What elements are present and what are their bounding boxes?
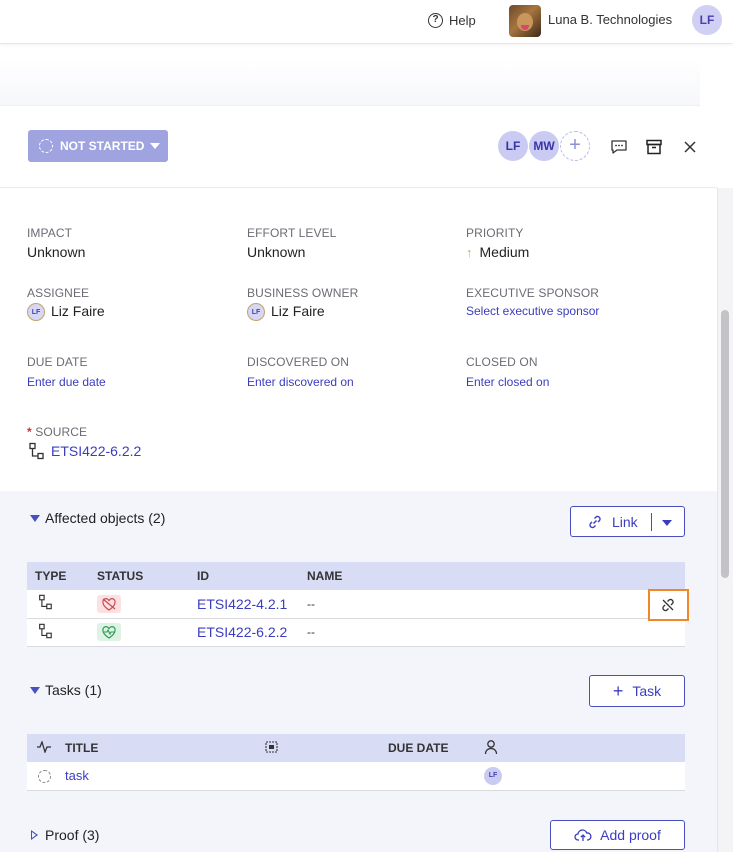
task-title-link[interactable]: task [65,768,89,783]
add-task-label: Task [632,683,662,699]
assignee-label: ASSIGNEE [27,286,90,300]
hierarchy-icon [39,623,52,638]
company-logo[interactable] [509,5,541,37]
link-icon [589,515,601,528]
exec-sponsor-label: EXECUTIVE SPONSOR [466,286,600,300]
due-date-label: DUE DATE [27,355,88,369]
heartbeat-icon [97,623,121,641]
business-owner-value[interactable]: LF Liz Faire [247,303,325,322]
source-label: * SOURCE [27,425,88,439]
effort-label: EFFORT LEVEL [247,226,337,240]
proof-toggle[interactable]: Proof (3) [31,827,99,843]
impact-value[interactable]: Unknown [27,244,85,260]
column-name[interactable]: NAME [307,562,685,590]
proof-title: Proof (3) [45,827,100,843]
help-label: Help [449,12,476,28]
related-items-section [0,491,717,852]
table-header: TITLE DUE DATE [27,734,685,762]
plus-icon: + [569,134,581,156]
affected-objects-table: TYPE STATUS ID NAME ETSI422-4.2.1 -- ETS… [27,562,685,647]
impact-label: IMPACT [27,226,73,240]
assignee-avatar-lf[interactable]: LF [498,131,528,161]
activity-icon[interactable] [36,739,52,754]
chevron-down-icon[interactable] [662,520,672,526]
background-panel [0,60,700,106]
source-value[interactable]: ETSI422-6.2.2 [27,442,141,460]
column-title[interactable]: TITLE [65,734,255,762]
user-avatar[interactable]: LF [692,5,722,35]
caret-down-icon [30,686,40,694]
company-name[interactable]: Luna B. Technologies [548,12,672,27]
unlink-button[interactable] [648,589,689,621]
add-task-button[interactable]: + Task [589,675,685,707]
link-button[interactable]: Link [570,506,685,537]
priority-label: PRIORITY [466,226,524,240]
question-icon: ? [428,12,443,28]
object-id-link[interactable]: ETSI422-6.2.2 [197,624,287,640]
column-due-date[interactable]: DUE DATE [388,734,484,762]
assignee-value[interactable]: LF Liz Faire [27,303,105,322]
avatar: LF [27,303,45,322]
discovered-on-label: DISCOVERED ON [247,355,349,369]
tasks-toggle[interactable]: Tasks (1) [30,682,102,698]
hierarchy-icon [29,442,44,460]
status-dropdown-button[interactable]: NOT STARTED [28,130,168,162]
object-name: -- [307,618,685,647]
closed-on-input[interactable]: Enter closed on [466,375,549,389]
user-icon[interactable] [484,739,498,755]
table-header: TYPE STATUS ID NAME [27,562,685,590]
archive-icon[interactable] [645,138,663,156]
due-date-input[interactable]: Enter due date [27,375,106,389]
chevron-down-icon [150,143,161,149]
exec-sponsor-select[interactable]: Select executive sponsor [466,304,599,318]
unlink-icon [662,598,674,612]
arrow-up-icon: ↑ [466,245,473,260]
caret-right-icon [31,829,39,841]
closed-on-label: CLOSED ON [466,355,538,369]
not-started-icon [39,139,53,153]
top-bar: ? Help Luna B. Technologies LF [0,0,733,44]
discovered-on-input[interactable]: Enter discovered on [247,375,354,389]
add-assignee-button[interactable]: + [560,131,590,161]
business-owner-label: BUSINESS OWNER [247,286,359,300]
tasks-table: TITLE DUE DATE task LF [27,734,685,791]
cloud-upload-icon [574,829,592,841]
broken-heart-icon [97,594,121,613]
status-label: NOT STARTED [60,139,145,153]
table-row[interactable]: ETSI422-6.2.2 -- [27,618,685,647]
checkbox-icon[interactable] [264,740,280,754]
table-row[interactable]: task LF [27,762,685,791]
caret-down-icon [30,514,40,522]
table-row[interactable]: ETSI422-4.2.1 -- [27,590,685,619]
close-icon[interactable] [681,138,699,156]
link-label: Link [612,513,638,530]
scrollbar-thumb[interactable] [721,310,729,578]
add-proof-button[interactable]: Add proof [550,820,685,850]
affected-objects-toggle[interactable]: Affected objects (2) [30,510,165,526]
header-divider [0,187,717,188]
plus-icon: + [612,681,624,701]
help-link[interactable]: ? Help [428,11,476,29]
priority-value[interactable]: ↑ Medium [466,244,529,260]
column-type[interactable]: TYPE [27,562,97,590]
not-started-icon[interactable] [38,769,51,783]
tasks-title: Tasks (1) [45,682,102,698]
source-link[interactable]: ETSI422-6.2.2 [51,443,141,459]
required-mark: * [27,425,32,439]
avatar: LF [247,303,265,322]
add-proof-label: Add proof [600,827,661,843]
assignee-avatar-mw[interactable]: MW [529,131,559,161]
comment-icon[interactable] [610,138,628,156]
column-id[interactable]: ID [197,562,307,590]
assignee-name: Liz Faire [51,303,105,319]
column-status[interactable]: STATUS [97,562,197,590]
priority-text: Medium [479,244,530,260]
business-owner-name: Liz Faire [271,303,325,319]
affected-objects-title: Affected objects (2) [45,510,166,526]
hierarchy-icon [39,595,52,610]
object-id-link[interactable]: ETSI422-4.2.1 [197,596,287,612]
avatar[interactable]: LF [484,766,502,785]
object-name: -- [307,590,685,619]
effort-value[interactable]: Unknown [247,244,305,260]
